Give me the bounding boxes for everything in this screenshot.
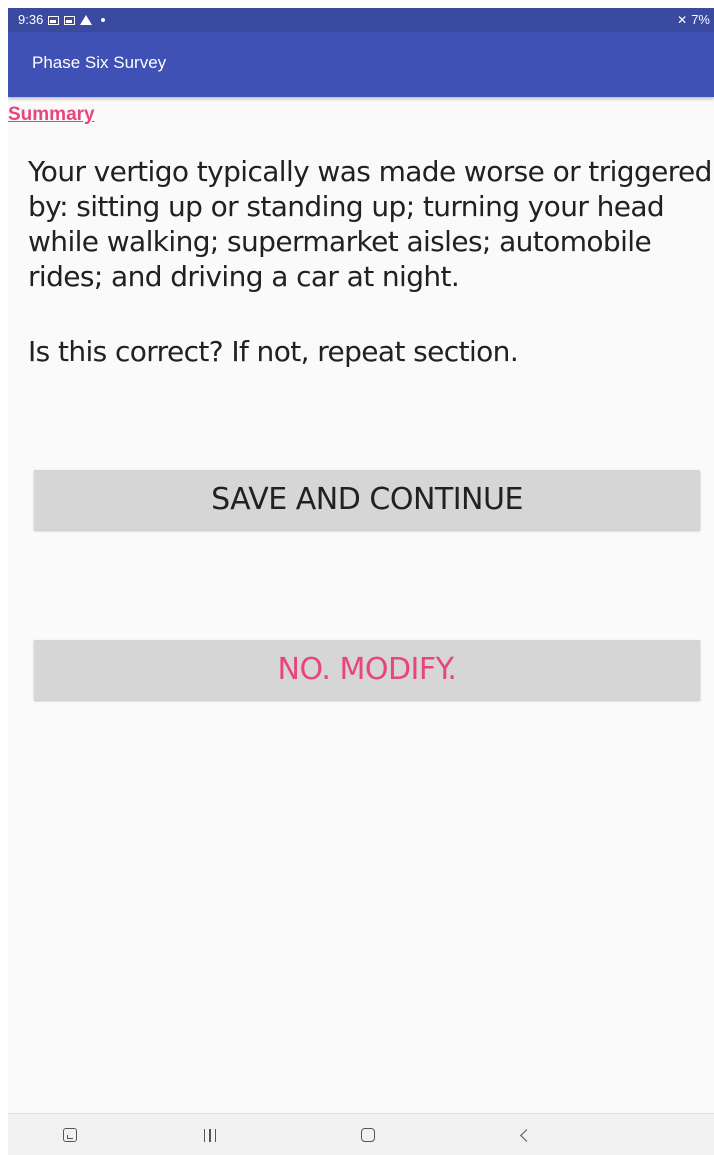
battery-percent: 7% bbox=[691, 12, 710, 27]
gallery-icon bbox=[48, 15, 60, 25]
save-and-continue-button[interactable]: SAVE AND CONTINUE bbox=[34, 470, 700, 530]
app-screen: 9:36 ✕ 7% Phase Six Survey Summary Your … bbox=[8, 8, 714, 1155]
mute-icon: ✕ bbox=[677, 13, 688, 27]
system-nav-bar bbox=[8, 1113, 714, 1155]
home-icon bbox=[361, 1128, 375, 1142]
menu-lines-icon bbox=[203, 1128, 217, 1142]
status-bar: 9:36 ✕ 7% bbox=[8, 8, 714, 32]
summary-text: Your vertigo typically was made worse or… bbox=[28, 155, 712, 293]
status-right: ✕ 7% bbox=[677, 8, 710, 32]
confirmation-question: Is this correct? If not, repeat section. bbox=[28, 335, 519, 368]
recent-apps-icon bbox=[63, 1128, 77, 1142]
modify-button[interactable]: NO. MODIFY. bbox=[34, 640, 700, 700]
summary-link[interactable]: Summary bbox=[8, 104, 95, 126]
screenshot-icon bbox=[64, 15, 76, 25]
back-button[interactable] bbox=[504, 1114, 544, 1155]
home-button[interactable] bbox=[348, 1114, 388, 1155]
status-left: 9:36 bbox=[18, 8, 106, 32]
back-icon bbox=[519, 1128, 533, 1142]
app-title: Phase Six Survey bbox=[32, 53, 167, 72]
app-bar: Phase Six Survey bbox=[8, 32, 714, 97]
notification-dot-icon bbox=[101, 18, 106, 22]
recent-apps-button[interactable] bbox=[50, 1114, 90, 1155]
alert-icon bbox=[80, 15, 93, 25]
menu-lines-button[interactable] bbox=[190, 1114, 230, 1155]
status-time: 9:36 bbox=[18, 12, 44, 27]
